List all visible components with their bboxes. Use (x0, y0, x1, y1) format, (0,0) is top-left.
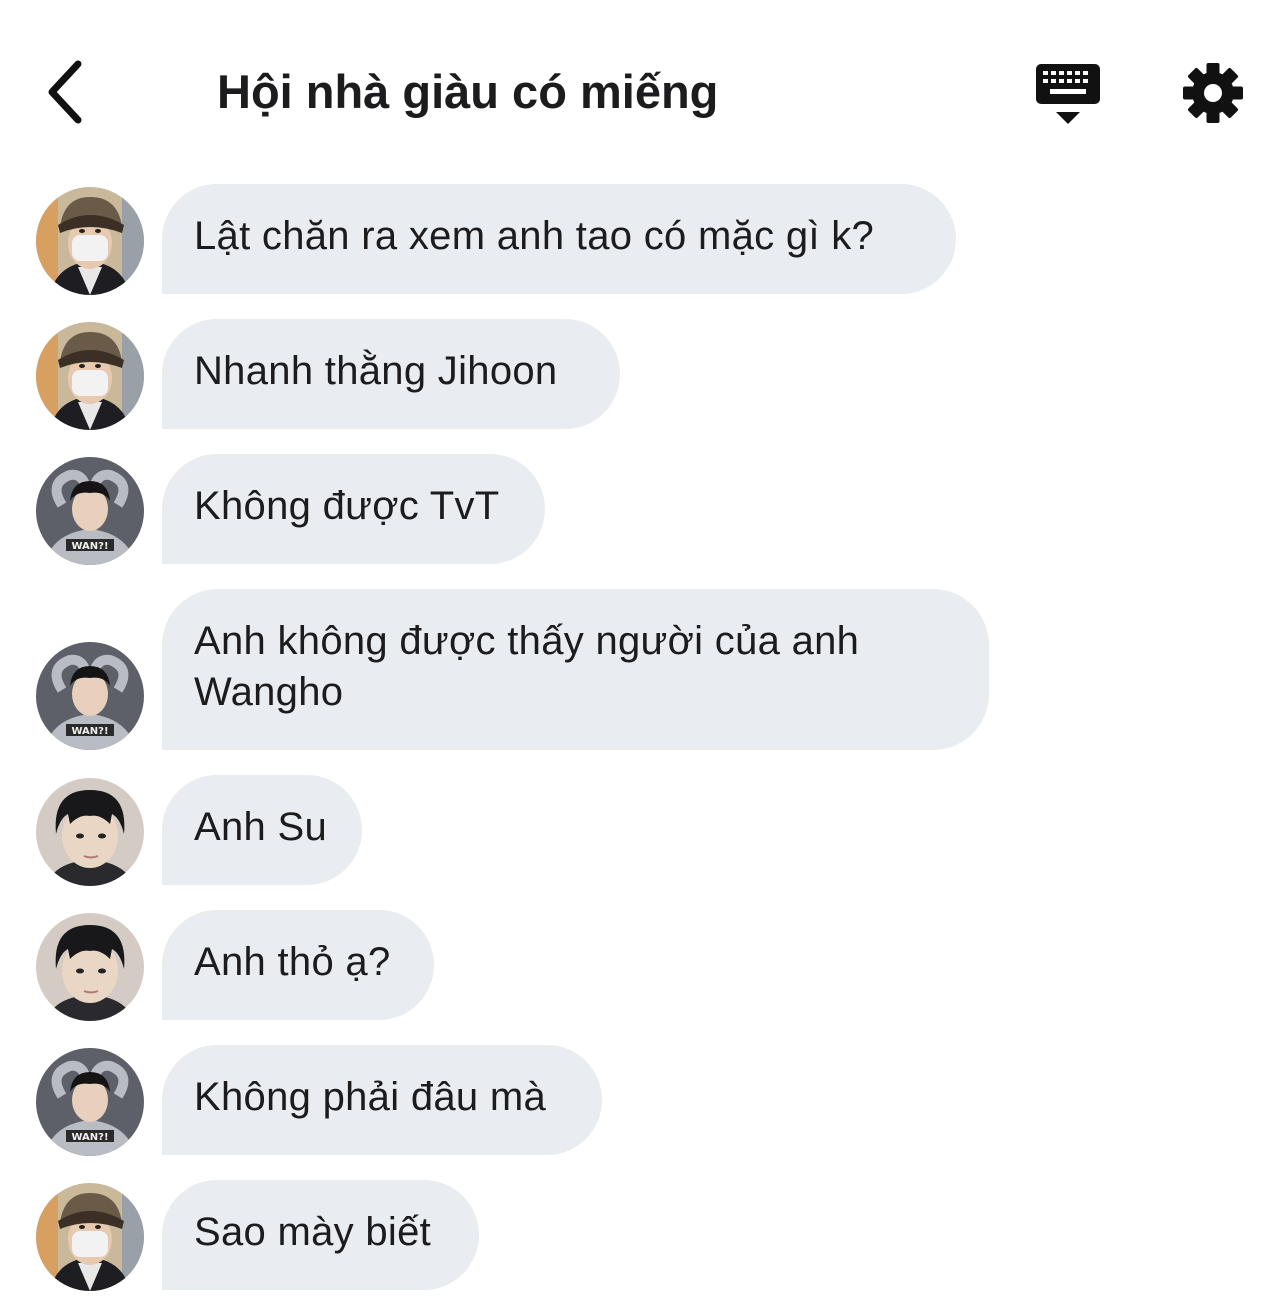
message-bubble[interactable]: Anh không được thấy người của anh Wangho (162, 589, 989, 750)
message-text: Sao mày biết (194, 1210, 432, 1254)
message-list[interactable]: Lật chăn ra xem anh tao có mặc gì k? Nha… (0, 0, 1284, 1303)
message-text: Không phải đâu mà (194, 1075, 547, 1119)
avatar[interactable] (36, 187, 144, 295)
avatar[interactable] (36, 913, 144, 1021)
avatar[interactable] (36, 642, 144, 750)
message-bubble[interactable]: Lật chăn ra xem anh tao có mặc gì k? (162, 184, 956, 294)
message-text: Nhanh thằng Jihoon (194, 349, 558, 393)
message-text: Anh không được thấy người của anh Wangho (194, 619, 860, 714)
message-bubble[interactable]: Không phải đâu mà (162, 1045, 602, 1155)
message-text: Anh Su (194, 805, 328, 849)
message-bubble[interactable]: Anh Su (162, 775, 362, 885)
message-bubble[interactable]: Sao mày biết (162, 1180, 479, 1290)
avatar[interactable] (36, 778, 144, 886)
message-text: Lật chăn ra xem anh tao có mặc gì k? (194, 214, 875, 258)
message-text: Anh thỏ ạ? (194, 940, 391, 984)
avatar[interactable] (36, 322, 144, 430)
message-text: Không được TvT (194, 484, 500, 528)
avatar[interactable] (36, 1048, 144, 1156)
avatar[interactable] (36, 1183, 144, 1291)
avatar[interactable] (36, 457, 144, 565)
message-bubble[interactable]: Nhanh thằng Jihoon (162, 319, 620, 429)
message-bubble[interactable]: Anh thỏ ạ? (162, 910, 434, 1020)
message-bubble[interactable]: Không được TvT (162, 454, 545, 564)
